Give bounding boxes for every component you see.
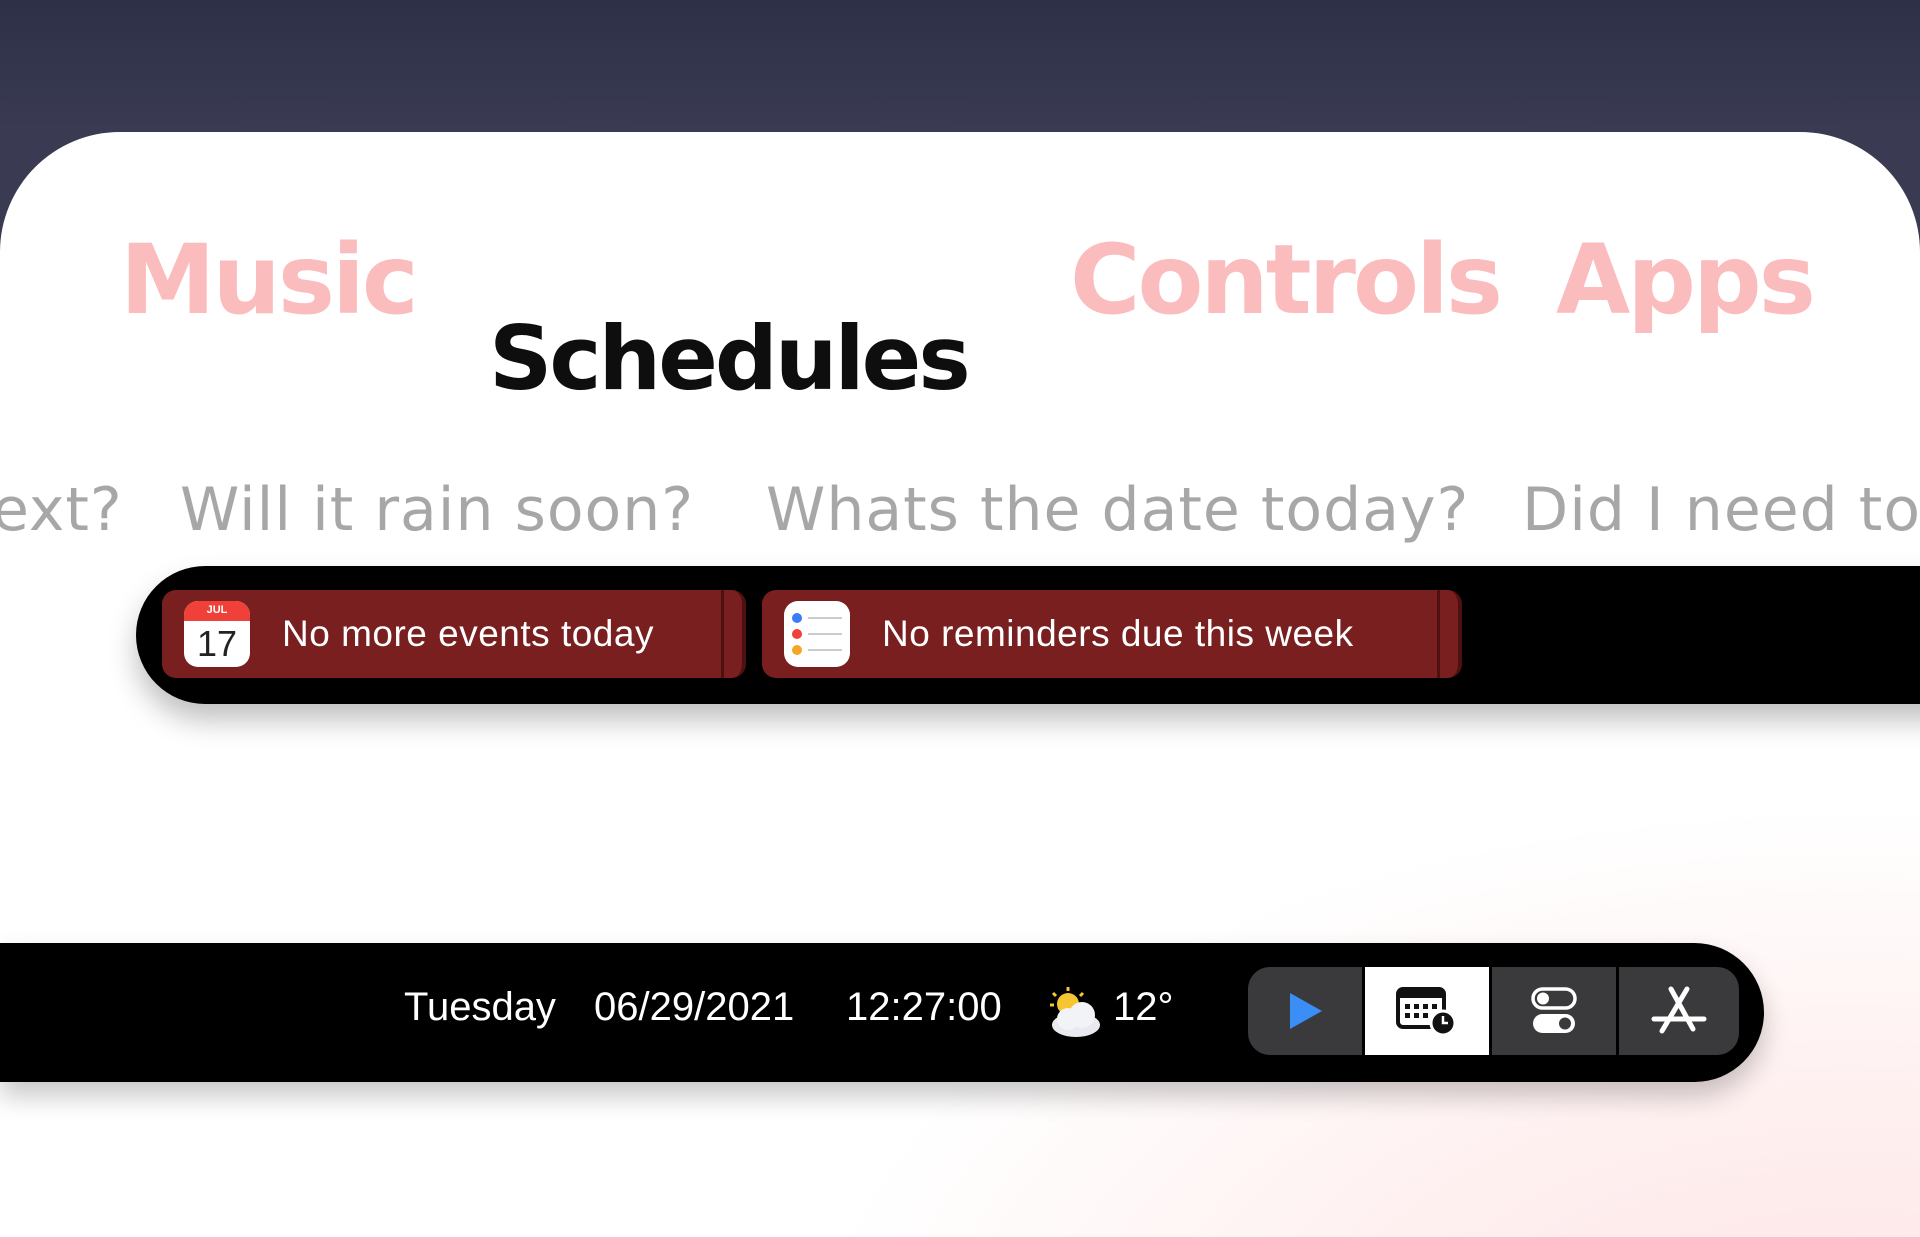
tab-apps[interactable]: Apps xyxy=(1556,224,1816,336)
chip-divider xyxy=(721,590,724,678)
reminders-status-text: No reminders due this week xyxy=(882,613,1354,654)
reminders-icon xyxy=(784,601,850,667)
suggestion-prompt[interactable]: Whats the date today? xyxy=(766,475,1469,545)
status-date: 06/29/2021 xyxy=(594,985,795,1029)
partly-cloudy-icon xyxy=(1044,987,1104,1039)
calendar-status-text: No more events today xyxy=(282,613,654,654)
dock-apps-button[interactable] xyxy=(1619,967,1739,1055)
dock-controls-button[interactable] xyxy=(1492,967,1616,1055)
calendar-month: JUL xyxy=(206,604,228,616)
suggestion-prompt[interactable]: Did I need to g xyxy=(1522,475,1920,545)
suggestion-prompt[interactable]: ext? xyxy=(0,475,123,545)
dock-schedules-button[interactable] xyxy=(1365,967,1489,1055)
dock-play-button[interactable] xyxy=(1248,967,1362,1055)
status-day: Tuesday xyxy=(404,985,556,1029)
app-store-icon xyxy=(1651,986,1707,1034)
calendar-icon: JUL 17 xyxy=(184,601,250,667)
status-bar: Tuesday 06/29/2021 12:27:00 12° xyxy=(0,943,1764,1082)
tab-schedules[interactable]: Schedules xyxy=(489,307,971,410)
calendar-day: 17 xyxy=(196,623,238,664)
tab-music[interactable]: Music xyxy=(120,224,419,336)
status-temperature: 12° xyxy=(1113,985,1174,1029)
toggles-icon xyxy=(1531,987,1577,1033)
reminders-chip[interactable]: No reminders due this week xyxy=(762,590,1462,678)
play-icon xyxy=(1290,993,1322,1029)
status-time: 12:27:00 xyxy=(846,985,1002,1029)
suggestion-prompt[interactable]: Will it rain soon? xyxy=(180,475,694,545)
chip-divider xyxy=(1437,590,1440,678)
calendar-chip[interactable]: JUL 17 No more events today xyxy=(162,590,746,678)
schedule-widget-bar: JUL 17 No more events today No reminders… xyxy=(136,566,1920,704)
tab-controls[interactable]: Controls xyxy=(1070,224,1503,336)
calendar-clock-icon xyxy=(1396,987,1457,1037)
